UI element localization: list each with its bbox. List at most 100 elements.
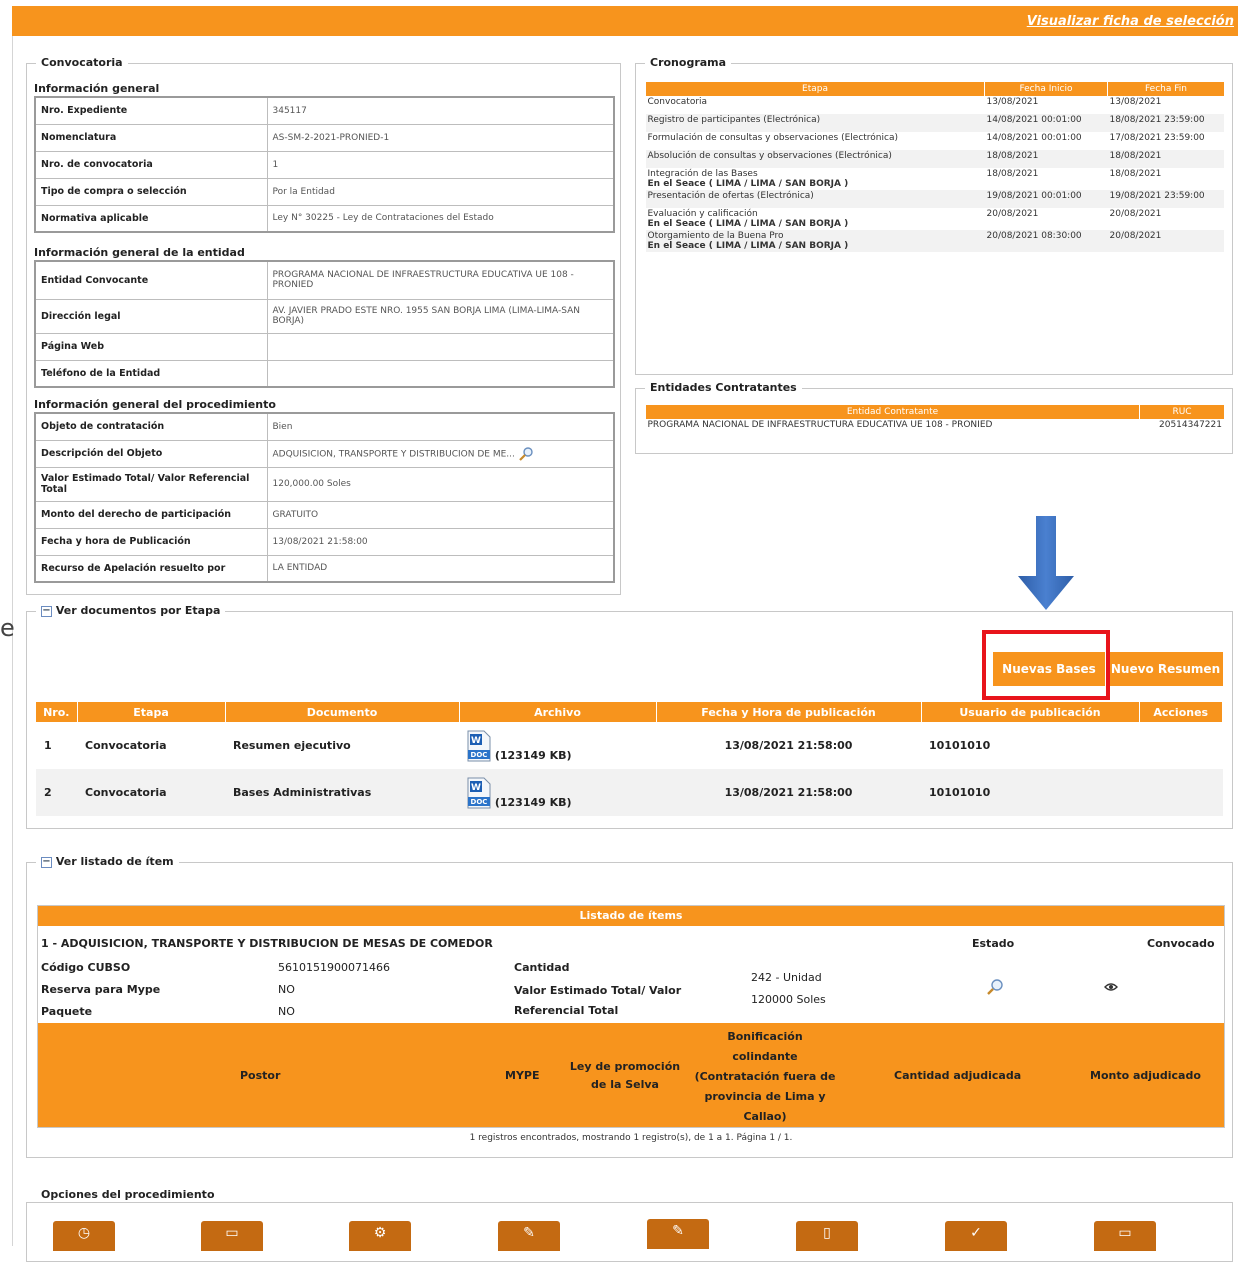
etapa-location: En el Seace ( LIMA / LIMA / SAN BORJA ) bbox=[647, 219, 849, 229]
table-row: Registro de participantes (Electrónica) 1… bbox=[645, 114, 1224, 132]
col-bon-line5: Callao) bbox=[743, 1110, 787, 1123]
field-value: AV. JAVIER PRADO ESTE NRO. 1955 SAN BORJ… bbox=[266, 298, 615, 334]
field-label: Objeto de contratación bbox=[34, 412, 268, 441]
field-label: Tipo de compra o selección bbox=[34, 177, 268, 206]
etapa-cell: Presentación de ofertas (Electrónica) bbox=[645, 190, 985, 208]
general-title: Información general bbox=[34, 82, 160, 95]
col-fecha-inicio: Fecha Inicio bbox=[984, 82, 1108, 96]
convocado-label: Convocado bbox=[1147, 937, 1215, 950]
fin-cell: 17/08/2021 23:59:00 bbox=[1109, 133, 1205, 143]
option-edit2-button[interactable]: ✎ bbox=[647, 1219, 709, 1249]
entidades-header: Entidad Contratante RUC bbox=[645, 405, 1224, 419]
visualizar-ficha-link[interactable]: Visualizar ficha de selección bbox=[1027, 14, 1234, 29]
etapa-label: Integración de las Bases bbox=[647, 169, 758, 179]
table-row: Fecha y hora de Publicación 13/08/2021 21… bbox=[34, 527, 615, 556]
col-monto-adjudicado: Monto adjudicado bbox=[1090, 1069, 1201, 1082]
option-clock-button[interactable]: ◷ bbox=[53, 1221, 115, 1251]
etapa-cell: Evaluación y calificación En el Seace ( L… bbox=[646, 208, 985, 230]
field-value: 345117 bbox=[266, 96, 615, 125]
field-value: PROGRAMA NACIONAL DE INFRAESTRUCTURA EDU… bbox=[266, 260, 615, 300]
valor-label-2: Referencial Total bbox=[514, 1004, 619, 1017]
col-fecha-fin: Fecha Fin bbox=[1107, 82, 1224, 96]
descripcion-value: ADQUISICION, TRANSPORTE Y DISTRIBUCION D… bbox=[272, 449, 515, 459]
documentos-legend[interactable]: − Ver documentos por Etapa bbox=[36, 604, 226, 617]
col-bon-line3: (Contratación fuera de bbox=[694, 1070, 836, 1083]
estado-label: Estado bbox=[972, 937, 1015, 950]
opciones-legend: Opciones del procedimiento bbox=[36, 1188, 220, 1201]
field-label: Nomenclatura bbox=[34, 123, 268, 152]
etapa-location: En el Seace ( LIMA / LIMA / SAN BORJA ) bbox=[647, 179, 849, 189]
entidades-table: Entidad Contratante RUC PROGRAMA NACIONA… bbox=[645, 405, 1224, 437]
field-value: 1 bbox=[266, 150, 615, 179]
option-check-button[interactable]: ✓ bbox=[945, 1221, 1007, 1251]
mype-value: NO bbox=[278, 983, 295, 996]
etapa-cell: Otorgamiento de la Buena Pro En el Seace … bbox=[645, 230, 985, 252]
word-doc-icon[interactable]: W DOC bbox=[467, 730, 491, 762]
file-size: (123149 KB) bbox=[494, 748, 572, 762]
table-row: Absolución de consultas y observaciones … bbox=[645, 150, 1224, 168]
table-row: Tipo de compra o selección Por la Entidad bbox=[34, 177, 615, 206]
fin-cell: 20/08/2021 bbox=[1107, 230, 1224, 252]
entidades-legend: Entidades Contratantes bbox=[645, 381, 802, 394]
item-name: 1 - ADQUISICION, TRANSPORTE Y DISTRIBUCI… bbox=[41, 937, 493, 950]
option-file-button[interactable]: ▯ bbox=[796, 1221, 858, 1251]
option-edit-button[interactable]: ✎ bbox=[498, 1221, 560, 1251]
field-value: 13/08/2021 21:58:00 bbox=[266, 527, 615, 556]
magnifier-icon[interactable] bbox=[518, 446, 534, 462]
eye-icon[interactable] bbox=[1104, 982, 1118, 992]
inicio-cell: 13/08/2021 bbox=[986, 97, 1039, 107]
svg-text:DOC: DOC bbox=[471, 798, 488, 806]
file-size: (123149 KB) bbox=[494, 795, 572, 809]
inicio-cell: 20/08/2021 08:30:00 bbox=[984, 230, 1108, 252]
archivo-cell: W DOC (123149 KB) bbox=[459, 722, 656, 769]
option-window-button[interactable]: ▭ bbox=[1094, 1221, 1156, 1251]
field-value: Por la Entidad bbox=[266, 177, 615, 206]
items-legend[interactable]: − Ver listado de ítem bbox=[36, 855, 179, 868]
etapa-cell: Convocatoria bbox=[77, 769, 225, 816]
table-row: Nro. de convocatoria 1 bbox=[34, 150, 615, 179]
table-row: Teléfono de la Entidad bbox=[34, 359, 615, 388]
col-acciones: Acciones bbox=[1139, 702, 1223, 722]
field-label: Fecha y hora de Publicación bbox=[34, 527, 268, 556]
option-gear-button[interactable]: ⚙ bbox=[349, 1221, 411, 1251]
items-footer: 1 registros encontrados, mostrando 1 reg… bbox=[469, 1133, 793, 1143]
table-row: Dirección legal AV. JAVIER PRADO ESTE NRO… bbox=[34, 298, 615, 334]
mype-label: Reserva para Mype bbox=[41, 983, 161, 996]
svg-text:W: W bbox=[471, 783, 481, 793]
col-postor: Postor bbox=[240, 1069, 281, 1082]
documentos-title: Ver documentos por Etapa bbox=[55, 604, 221, 617]
col-cantidad-adjudicada: Cantidad adjudicada bbox=[894, 1069, 1022, 1082]
col-ruc: RUC bbox=[1139, 405, 1224, 419]
collapse-icon[interactable]: − bbox=[41, 856, 52, 868]
paquete-label: Paquete bbox=[41, 1005, 93, 1018]
field-label: Monto del derecho de participación bbox=[34, 500, 268, 529]
etapa-cell: Convocatoria bbox=[85, 739, 167, 752]
field-label: Nro. Expediente bbox=[34, 96, 268, 125]
table-row: 1 Convocatoria Resumen ejecutivo W DOC (1… bbox=[36, 722, 1223, 769]
col-nro: Nro. bbox=[36, 702, 78, 722]
table-row: Recurso de Apelación resuelto por LA ENTI… bbox=[34, 554, 615, 583]
valor-value: 120000 Soles bbox=[751, 993, 826, 1006]
magnifier-icon[interactable] bbox=[986, 978, 1004, 996]
cubso-label: Código CUBSO bbox=[41, 961, 131, 974]
nro-cell: 1 bbox=[44, 739, 52, 752]
collapse-icon[interactable]: − bbox=[41, 605, 52, 617]
documento-cell: Resumen ejecutivo bbox=[233, 739, 351, 752]
nro-cell: 2 bbox=[36, 769, 77, 816]
table-row: Monto del derecho de participación GRATUI… bbox=[34, 500, 615, 529]
field-label: Entidad Convocante bbox=[34, 260, 268, 300]
inicio-cell: 20/08/2021 bbox=[986, 209, 1039, 219]
documento-cell: Bases Administrativas bbox=[225, 769, 459, 816]
nuevo-resumen-button[interactable]: Nuevo Resumen bbox=[1108, 652, 1223, 686]
top-bar: Visualizar ficha de selección bbox=[12, 6, 1238, 36]
table-row: 2 Convocatoria Bases Administrativas W DO… bbox=[36, 769, 1223, 816]
inicio-cell: 14/08/2021 00:01:00 bbox=[984, 114, 1108, 132]
table-row: Formulación de consultas y observaciones… bbox=[646, 132, 1225, 150]
document-edit-icon: ✎ bbox=[672, 1223, 684, 1239]
etapa-cell: Integración de las Bases En el Seace ( LI… bbox=[646, 168, 985, 190]
inicio-cell: 18/08/2021 bbox=[984, 150, 1108, 168]
option-list-button[interactable]: ▭ bbox=[201, 1221, 263, 1251]
cantidad-value: 242 - Unidad bbox=[751, 971, 822, 984]
table-row: Presentación de ofertas (Electrónica) 19/… bbox=[645, 190, 1224, 208]
word-doc-icon[interactable]: W DOC bbox=[467, 777, 491, 809]
